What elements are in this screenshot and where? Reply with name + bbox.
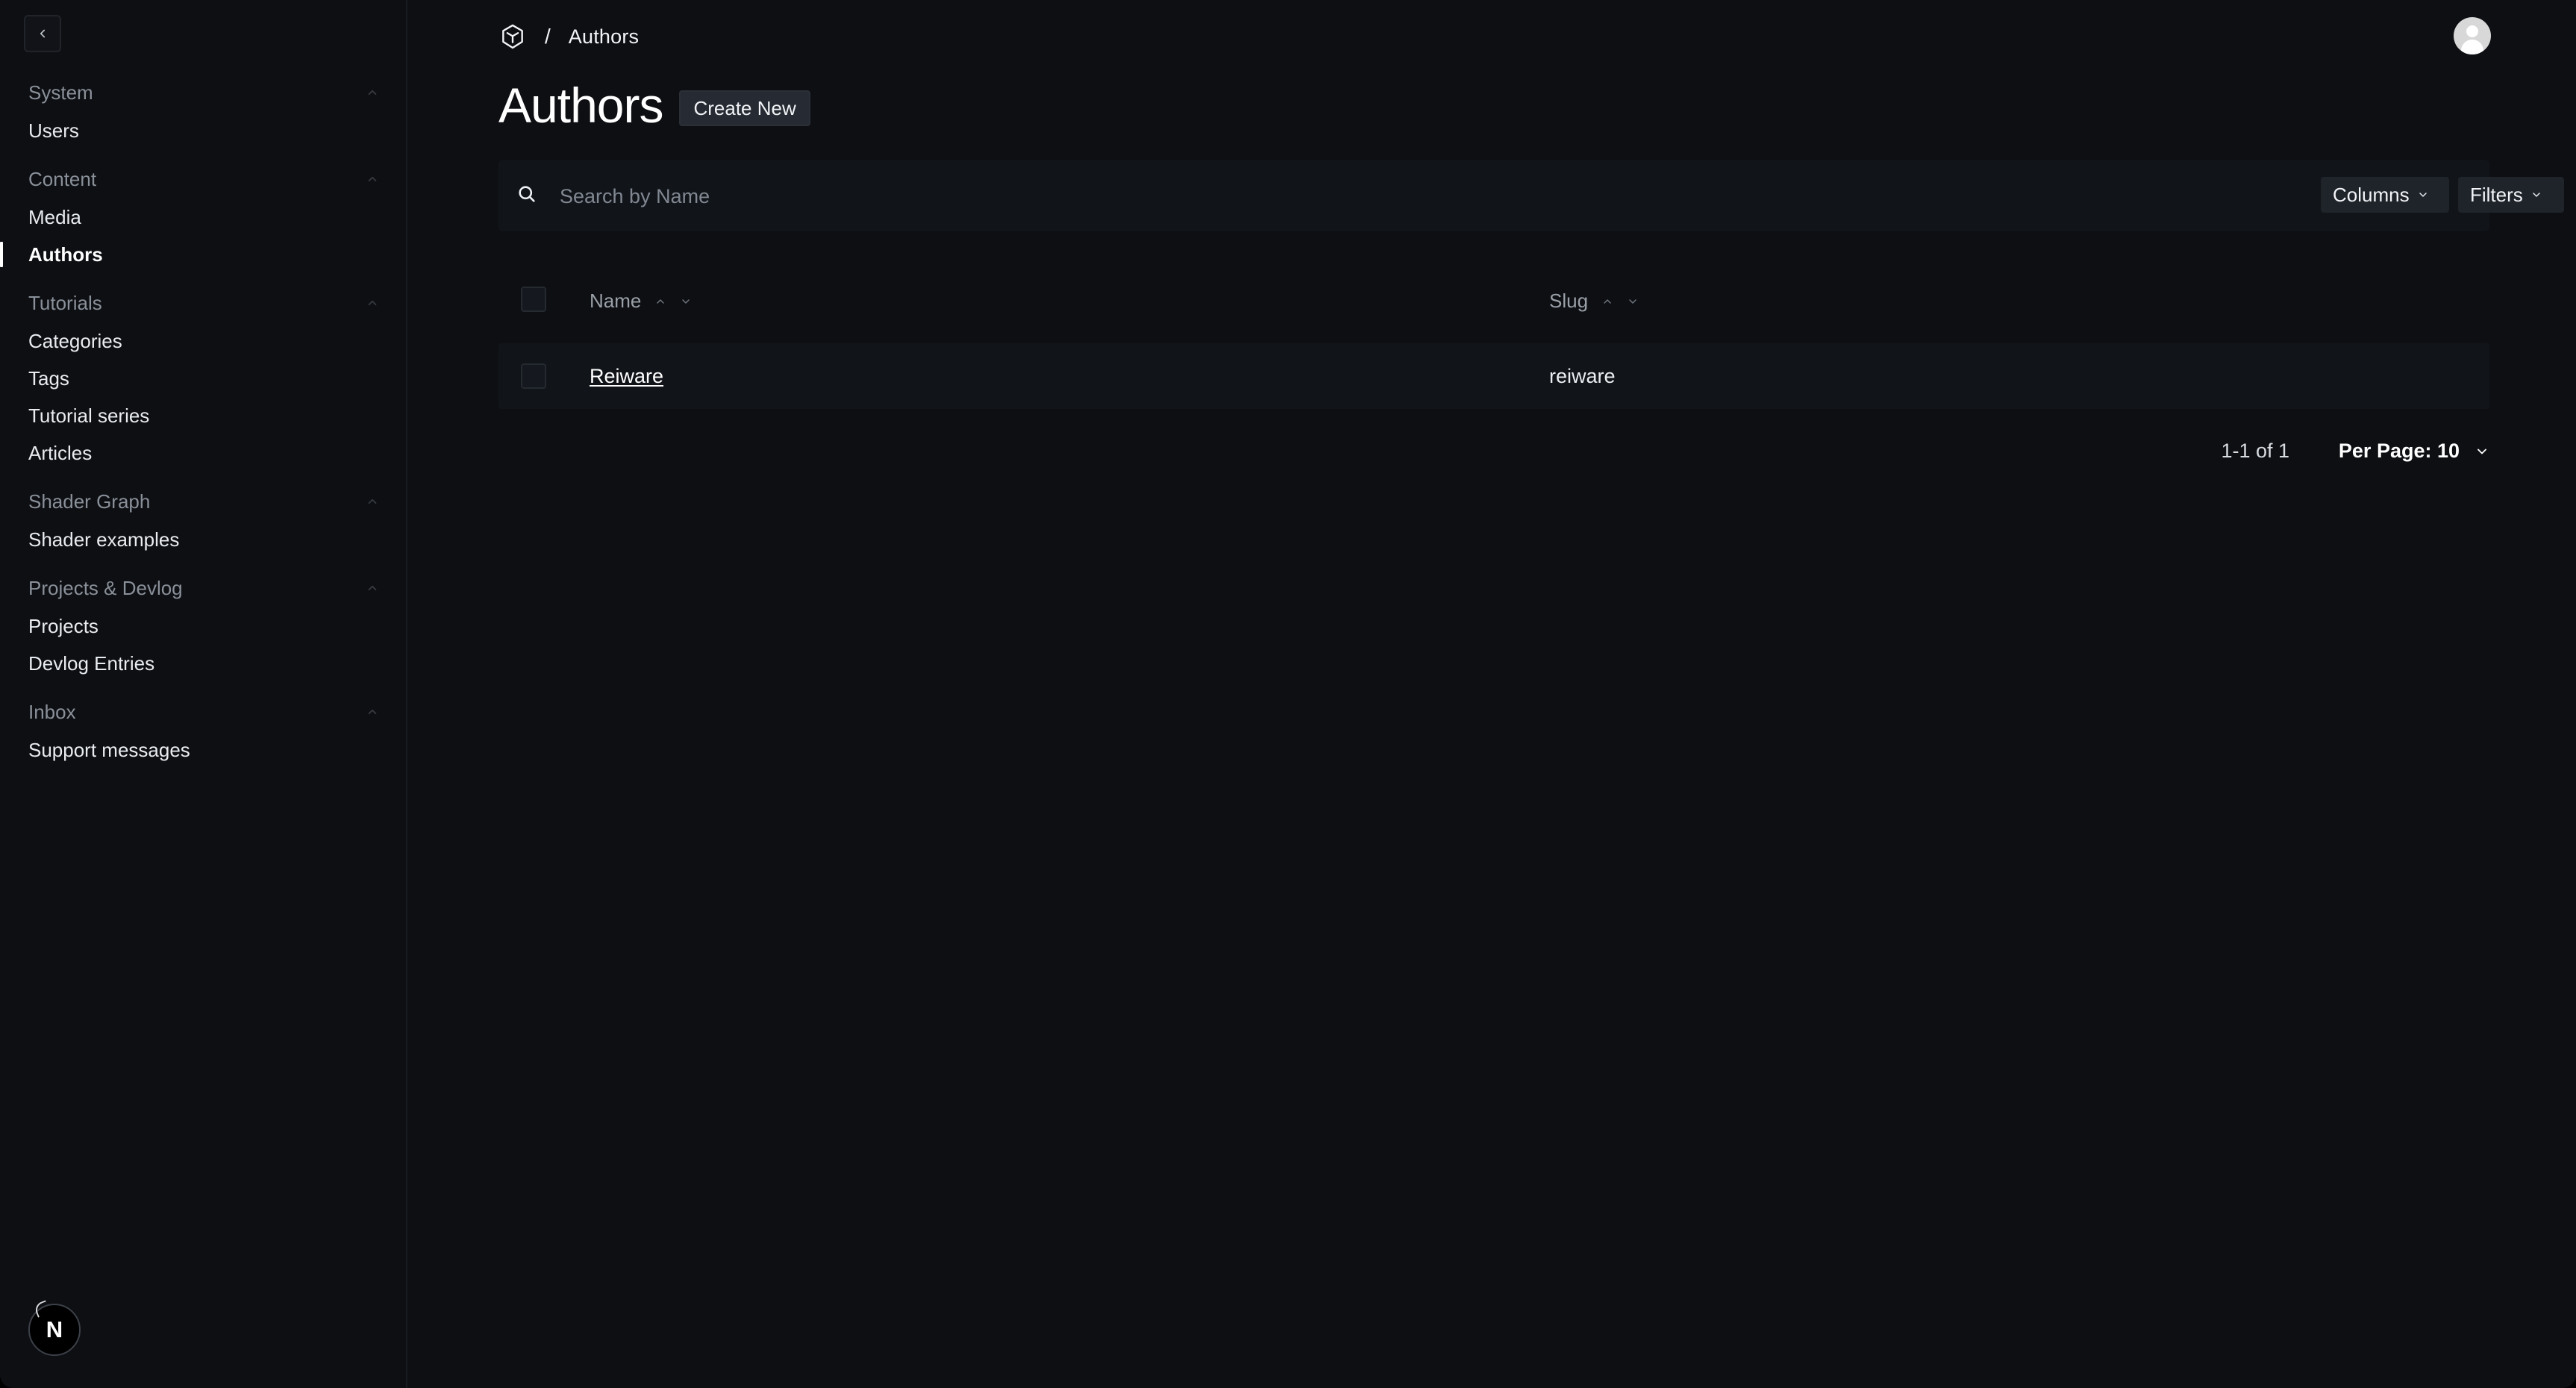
main-content: / Authors Authors Create New Columns Fil… bbox=[407, 0, 2576, 1388]
chevron-up-icon bbox=[368, 709, 377, 715]
sidebar-item-tags[interactable]: Tags bbox=[28, 360, 379, 397]
nav-group-header[interactable]: Tutorials bbox=[28, 284, 379, 322]
user-avatar-icon[interactable] bbox=[2454, 17, 2491, 54]
sidebar: System Users Content Media Authors Tutor… bbox=[0, 0, 407, 1388]
nav-group-label: Inbox bbox=[28, 701, 76, 723]
per-page-selector[interactable]: Per Page: 10 bbox=[2339, 436, 2489, 463]
chevron-up-icon bbox=[368, 300, 377, 306]
sidebar-item-projects[interactable]: Projects bbox=[28, 607, 379, 645]
chevron-up-icon[interactable] bbox=[1601, 296, 1613, 307]
chevron-down-icon[interactable] bbox=[680, 296, 692, 307]
collapse-sidebar-button[interactable] bbox=[24, 15, 61, 52]
row-checkbox[interactable] bbox=[521, 363, 546, 389]
payload-logo-icon[interactable] bbox=[498, 22, 527, 51]
breadcrumb-separator: / bbox=[545, 25, 551, 48]
nav-group-label: Content bbox=[28, 168, 97, 190]
nav-group-content: Content Media Authors bbox=[0, 160, 379, 273]
slug-sort-controls bbox=[1601, 296, 1639, 307]
slug-column-header: Slug bbox=[1549, 290, 1639, 313]
filters-button-label: Filters bbox=[2470, 183, 2523, 206]
nav-group-system: System Users bbox=[28, 73, 379, 149]
sidebar-navigation: System Users Content Media Authors Tutor… bbox=[0, 73, 379, 779]
chevron-up-icon[interactable] bbox=[654, 296, 666, 307]
author-name-link[interactable]: Reiware bbox=[590, 365, 663, 388]
page-header: Authors Create New bbox=[498, 75, 810, 136]
breadcrumb: / Authors bbox=[498, 18, 639, 55]
pagination: 1-1 of 1 Per Page: 10 bbox=[498, 436, 2489, 467]
nav-group-header[interactable]: Projects & Devlog bbox=[28, 569, 379, 607]
sidebar-item-shader-examples[interactable]: Shader examples bbox=[28, 521, 379, 558]
pagination-range: 1-1 of 1 bbox=[2221, 440, 2289, 462]
filters-button[interactable]: Filters bbox=[2458, 177, 2564, 213]
sidebar-item-categories[interactable]: Categories bbox=[28, 322, 379, 360]
breadcrumb-current: Authors bbox=[568, 25, 640, 48]
name-sort-controls bbox=[654, 296, 692, 307]
sidebar-item-tutorial-series[interactable]: Tutorial series bbox=[28, 397, 379, 434]
sidebar-item-support-messages[interactable]: Support messages bbox=[28, 731, 379, 769]
nav-group-label: Tutorials bbox=[28, 292, 102, 314]
nav-group-inbox: Inbox Support messages bbox=[28, 693, 379, 769]
app-window: System Users Content Media Authors Tutor… bbox=[0, 0, 2576, 1388]
search-input[interactable] bbox=[558, 179, 1904, 213]
nav-group-header[interactable]: Content bbox=[28, 160, 379, 198]
sidebar-item-articles[interactable]: Articles bbox=[28, 434, 379, 472]
nav-group-label: System bbox=[28, 81, 93, 104]
chevron-down-icon bbox=[2477, 448, 2486, 454]
name-column-label: Name bbox=[590, 290, 642, 312]
name-column-header: Name bbox=[590, 290, 692, 313]
sidebar-item-media[interactable]: Media bbox=[28, 198, 379, 236]
slug-column-label: Slug bbox=[1549, 290, 1589, 312]
search-icon bbox=[519, 186, 535, 202]
chevron-up-icon bbox=[368, 176, 377, 182]
chevron-down-icon[interactable] bbox=[1627, 296, 1639, 307]
nav-group-shader-graph: Shader Graph Shader examples bbox=[28, 482, 379, 558]
columns-button[interactable]: Columns bbox=[2321, 177, 2449, 213]
nav-group-label: Shader Graph bbox=[28, 490, 151, 513]
columns-button-label: Columns bbox=[2333, 183, 2410, 206]
nav-group-projects-devlog: Projects & Devlog Projects Devlog Entrie… bbox=[28, 569, 379, 682]
nav-group-header[interactable]: System bbox=[28, 73, 379, 112]
table-row: Reiware reiware bbox=[498, 343, 2489, 409]
nextjs-icon[interactable]: N bbox=[28, 1304, 81, 1356]
chevron-up-icon bbox=[368, 498, 377, 504]
author-slug: reiware bbox=[1549, 365, 1616, 387]
chevron-left-icon bbox=[40, 29, 46, 38]
chevron-down-icon bbox=[2419, 193, 2427, 197]
sidebar-item-devlog-entries[interactable]: Devlog Entries bbox=[28, 645, 379, 682]
nav-group-header[interactable]: Shader Graph bbox=[28, 482, 379, 521]
table-header: Name Slug bbox=[498, 272, 2489, 328]
sidebar-item-users[interactable]: Users bbox=[28, 112, 379, 149]
chevron-up-icon bbox=[368, 585, 377, 591]
chevron-down-icon bbox=[2533, 193, 2540, 197]
authors-table: Name Slug Reiware reiware bbox=[498, 272, 2489, 409]
chevron-up-icon bbox=[368, 90, 377, 96]
sidebar-item-authors[interactable]: Authors bbox=[0, 236, 379, 273]
nav-group-tutorials: Tutorials Categories Tags Tutorial serie… bbox=[28, 284, 379, 472]
nav-group-header[interactable]: Inbox bbox=[28, 693, 379, 731]
select-all-checkbox[interactable] bbox=[521, 287, 546, 312]
search-toolbar: Columns Filters bbox=[498, 160, 2564, 231]
per-page-label: Per Page: 10 bbox=[2338, 440, 2460, 462]
page-title: Authors bbox=[498, 78, 663, 133]
create-new-button[interactable]: Create New bbox=[679, 90, 810, 126]
nav-group-label: Projects & Devlog bbox=[28, 577, 183, 599]
